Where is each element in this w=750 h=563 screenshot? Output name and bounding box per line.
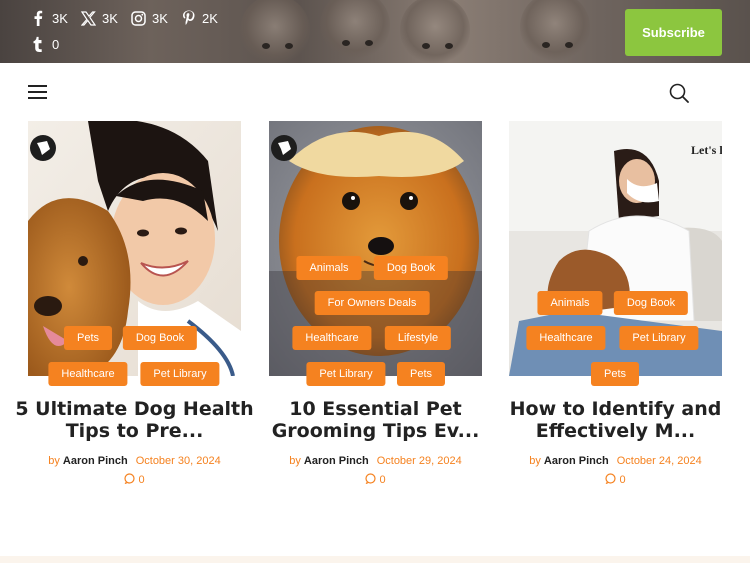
x-twitter-icon xyxy=(80,10,96,26)
instagram-share[interactable]: 3K xyxy=(130,10,168,26)
menu-icon[interactable] xyxy=(28,85,47,99)
post-date[interactable]: October 24, 2024 xyxy=(617,455,702,467)
tag-dog-book[interactable]: Dog Book xyxy=(122,326,198,350)
x-count: 3K xyxy=(102,10,118,26)
tag-healthcare[interactable]: Healthcare xyxy=(292,326,372,350)
tumblr-icon xyxy=(30,36,46,52)
tag-healthcare[interactable]: Healthcare xyxy=(526,326,606,350)
tag-animals[interactable]: Animals xyxy=(296,256,362,280)
facebook-share[interactable]: 3K xyxy=(30,10,68,26)
pinterest-count: 2K xyxy=(202,10,218,26)
comment-count[interactable]: 0 xyxy=(269,473,482,486)
tumblr-share[interactable]: 0 xyxy=(30,36,59,52)
by-label: by xyxy=(48,455,60,467)
comment-icon xyxy=(124,473,136,484)
post-image[interactable]: Animals Dog Book For Owners Deals Health… xyxy=(269,121,482,376)
instagram-icon xyxy=(130,10,146,26)
tag-pet-library[interactable]: Pet Library xyxy=(306,362,386,386)
comment-icon xyxy=(365,473,377,484)
post-title-line: Effectively M... xyxy=(535,420,696,442)
tag-pet-library[interactable]: Pet Library xyxy=(619,326,699,350)
post-meta: by Aaron Pinch October 29, 2024 xyxy=(249,455,502,467)
comment-number: 0 xyxy=(138,474,145,486)
tag-pets[interactable]: Pets xyxy=(590,362,640,386)
x-share[interactable]: 3K xyxy=(80,10,118,26)
instagram-count: 3K xyxy=(152,10,168,26)
tag-pets[interactable]: Pets xyxy=(63,326,113,350)
image-caption: Let's l xyxy=(691,143,722,157)
post-author[interactable]: Aaron Pinch xyxy=(63,455,128,467)
post-image[interactable]: Let's l Animals Dog Book Healthcare Pet … xyxy=(509,121,722,376)
post-meta: by Aaron Pinch October 24, 2024 xyxy=(489,455,742,467)
facebook-count: 3K xyxy=(52,10,68,26)
post-title-line: 5 Ultimate Dog Health xyxy=(15,398,254,420)
comment-number: 0 xyxy=(379,474,386,486)
search-icon[interactable] xyxy=(669,83,689,103)
footer-divider xyxy=(0,556,750,563)
post-card[interactable]: Let's l Animals Dog Book Healthcare Pet … xyxy=(509,121,722,486)
post-title[interactable]: How to Identify and Effectively M... xyxy=(479,398,750,442)
by-label: by xyxy=(529,455,541,467)
by-label: by xyxy=(289,455,301,467)
tag-dog-book[interactable]: Dog Book xyxy=(373,256,449,280)
post-title-line: Grooming Tips Ev... xyxy=(271,420,480,442)
tag-pets[interactable]: Pets xyxy=(396,362,446,386)
post-title[interactable]: 10 Essential Pet Grooming Tips Ev... xyxy=(239,398,512,442)
tag-dog-book[interactable]: Dog Book xyxy=(613,291,689,315)
post-image[interactable]: Pets Dog Book xyxy=(28,121,241,376)
post-author[interactable]: Aaron Pinch xyxy=(304,455,369,467)
comment-icon xyxy=(605,473,617,484)
tag-healthcare[interactable]: Healthcare xyxy=(48,362,128,386)
subscribe-button[interactable]: Subscribe xyxy=(625,9,722,56)
post-title-line: 10 Essential Pet xyxy=(289,398,462,420)
tumblr-count: 0 xyxy=(52,36,60,52)
post-card[interactable]: Animals Dog Book For Owners Deals Health… xyxy=(269,121,482,486)
pinterest-share[interactable]: 2K xyxy=(180,10,218,26)
comment-count[interactable]: 0 xyxy=(509,473,722,486)
post-author[interactable]: Aaron Pinch xyxy=(544,455,609,467)
post-title-line: How to Identify and xyxy=(509,398,722,420)
post-title[interactable]: 5 Ultimate Dog Health Tips to Pre... xyxy=(0,398,271,442)
tag-pet-library[interactable]: Pet Library xyxy=(140,362,220,386)
top-banner: 3K 3K 3K 2K 0 Subscribe xyxy=(0,0,750,63)
tag-animals[interactable]: Animals xyxy=(537,291,603,315)
post-meta: by Aaron Pinch October 30, 2024 xyxy=(8,455,261,467)
pinterest-icon xyxy=(180,10,196,26)
post-date[interactable]: October 29, 2024 xyxy=(377,455,462,467)
post-title-line: Tips to Pre... xyxy=(65,420,204,442)
tag-lifestyle[interactable]: Lifestyle xyxy=(384,326,452,350)
tag-for-owners-deals[interactable]: For Owners Deals xyxy=(314,291,430,315)
post-card[interactable]: Pets Dog Book Healthcare Pet Library 5 U… xyxy=(15,121,254,486)
facebook-icon xyxy=(30,10,46,26)
comment-number: 0 xyxy=(619,474,626,486)
post-date[interactable]: October 30, 2024 xyxy=(136,455,221,467)
comment-count[interactable]: 0 xyxy=(28,473,241,486)
